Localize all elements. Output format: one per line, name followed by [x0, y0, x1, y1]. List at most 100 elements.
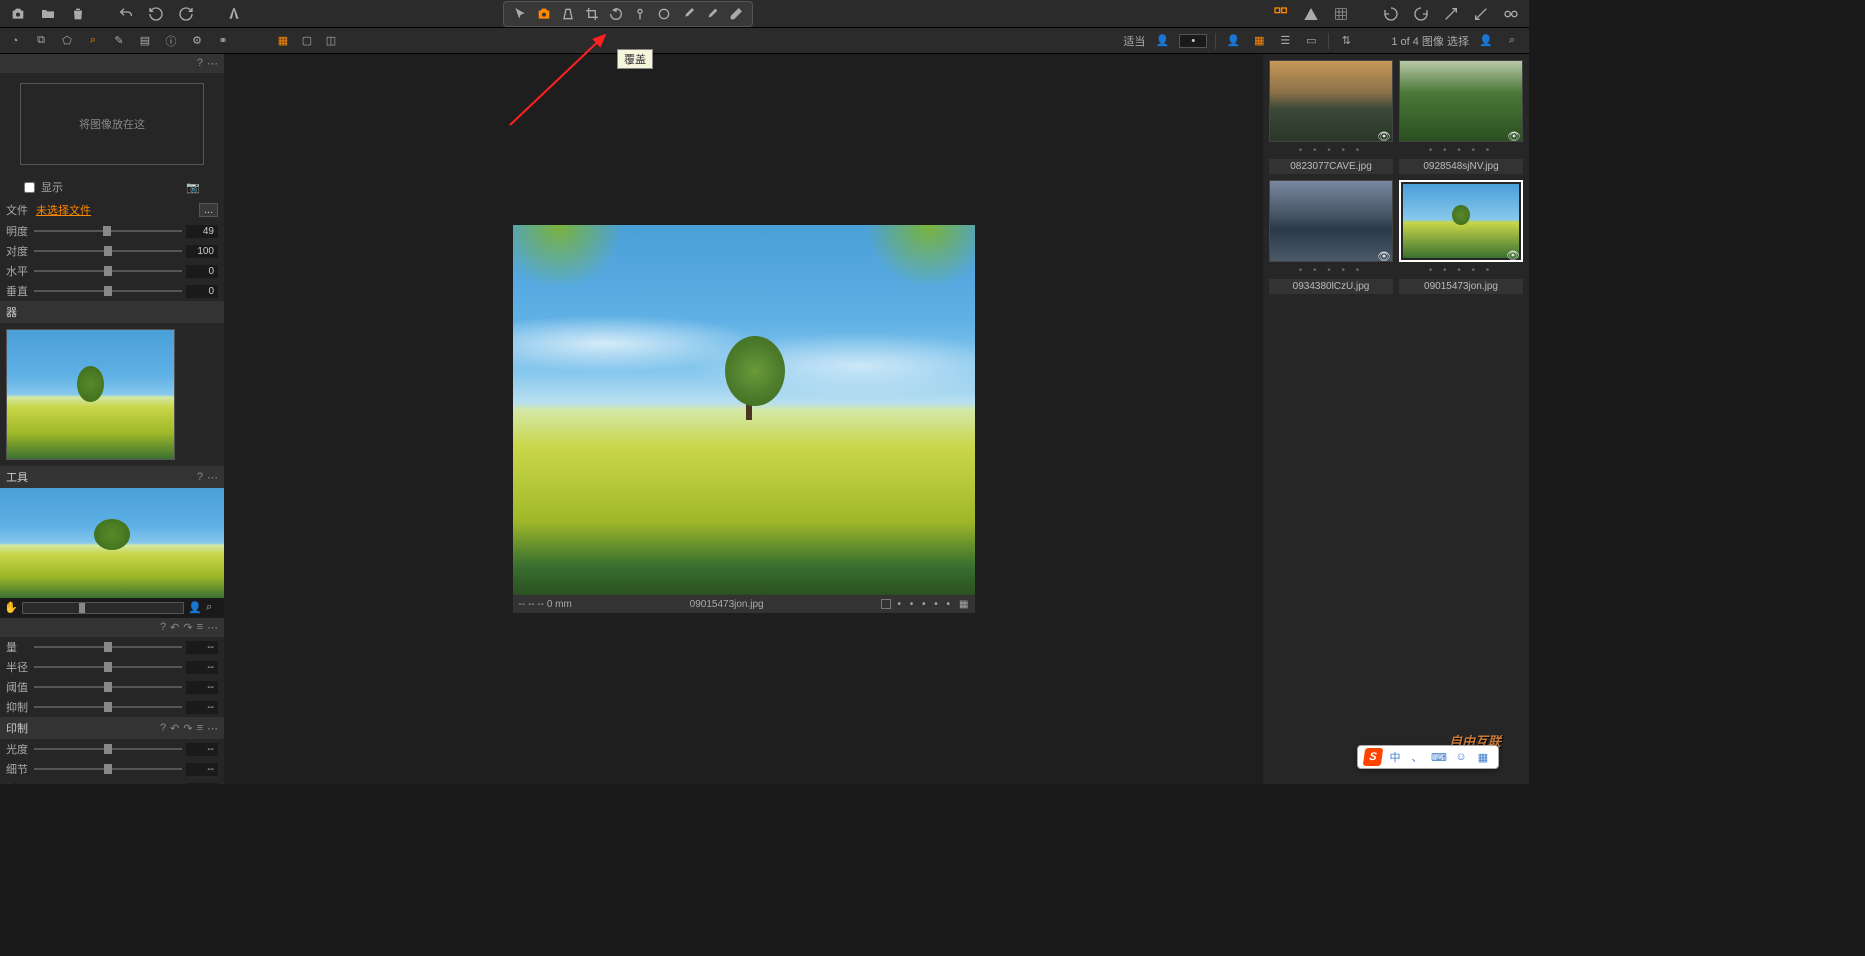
- slider-track[interactable]: [34, 686, 182, 688]
- brush-icon[interactable]: [678, 4, 698, 24]
- slider-track[interactable]: [34, 250, 182, 252]
- drop-zone[interactable]: 将图像放在这: [20, 83, 204, 165]
- expand-icon[interactable]: [1441, 4, 1461, 24]
- show-checkbox[interactable]: [24, 182, 35, 193]
- thumbnail-cell[interactable]: 👁• • • • •0928548sjNV.jpg: [1399, 60, 1523, 174]
- trash-icon[interactable]: [68, 4, 88, 24]
- fit-label[interactable]: 适当: [1123, 33, 1145, 49]
- list-icon[interactable]: ☰: [1276, 32, 1294, 50]
- ime-settings-icon[interactable]: ▦: [1474, 748, 1492, 766]
- undo-step-icon[interactable]: [116, 4, 136, 24]
- undo-adj-icon[interactable]: ↶: [170, 722, 179, 735]
- ime-keyboard-icon[interactable]: ⌨: [1430, 748, 1448, 766]
- slider-track[interactable]: [34, 768, 182, 770]
- more-icon[interactable]: ⋯: [207, 722, 218, 735]
- slider-value[interactable]: 0: [186, 285, 218, 298]
- slider-value[interactable]: --: [186, 763, 218, 776]
- single-view-icon[interactable]: ▢: [298, 32, 316, 50]
- slider-value[interactable]: --: [186, 661, 218, 674]
- rotate-cw-icon[interactable]: [1411, 4, 1431, 24]
- text-style-icon[interactable]: [224, 4, 244, 24]
- search-icon[interactable]: ⌕: [1503, 32, 1521, 50]
- thumbnail-cell[interactable]: 👁• • • • •0934380lCzU.jpg: [1269, 180, 1393, 294]
- more-icon[interactable]: ⋯: [207, 57, 218, 70]
- redo-adj-icon[interactable]: ↷: [183, 722, 192, 735]
- undo-icon[interactable]: [146, 4, 166, 24]
- overlay-icon[interactable]: [534, 4, 554, 24]
- folder-icon[interactable]: [38, 4, 58, 24]
- menu-icon[interactable]: ≡: [197, 621, 203, 634]
- slider-track[interactable]: [34, 748, 182, 750]
- help-icon[interactable]: ?: [197, 57, 203, 70]
- more-icon[interactable]: ⋯: [207, 471, 218, 484]
- thumbnail-cell[interactable]: 👁• • • • •0823077CAVE.jpg: [1269, 60, 1393, 174]
- page-icon[interactable]: ▤: [136, 32, 154, 50]
- main-image[interactable]: [513, 225, 975, 595]
- split-view-icon[interactable]: ◫: [322, 32, 340, 50]
- slider-track[interactable]: [34, 666, 182, 668]
- sort-icon[interactable]: ⇅: [1337, 32, 1355, 50]
- gallery-view-icon[interactable]: ▦: [274, 32, 292, 50]
- help-icon[interactable]: ?: [160, 621, 166, 634]
- slider-value[interactable]: --: [186, 783, 218, 785]
- ime-logo[interactable]: S: [1363, 748, 1384, 766]
- undo-adj-icon[interactable]: ↶: [170, 621, 179, 634]
- filmstrip-icon[interactable]: ▭: [1302, 32, 1320, 50]
- thumbnail-image[interactable]: 👁: [1399, 180, 1523, 262]
- slider-track[interactable]: [34, 290, 182, 292]
- warning-icon[interactable]: [1301, 4, 1321, 24]
- help-icon[interactable]: ?: [160, 722, 166, 735]
- spot-icon[interactable]: [630, 4, 650, 24]
- loupe-nav-icon[interactable]: ⌕: [206, 601, 220, 615]
- redo-icon[interactable]: [176, 4, 196, 24]
- grid-toggle-icon[interactable]: ▦: [959, 599, 968, 610]
- person-icon[interactable]: 👤: [1153, 32, 1171, 50]
- glasses-icon[interactable]: [1501, 4, 1521, 24]
- loupe-icon[interactable]: ⌕: [84, 32, 102, 50]
- ime-toolbar[interactable]: S 中 、 ⌨ ☺ ▦: [1357, 745, 1499, 769]
- person2-icon[interactable]: 👤: [1477, 32, 1495, 50]
- circle-icon[interactable]: [654, 4, 674, 24]
- tag-box[interactable]: [881, 599, 891, 609]
- navigator-preview[interactable]: [6, 329, 175, 460]
- slider-value[interactable]: --: [186, 641, 218, 654]
- drop-icon[interactable]: ◔: [6, 32, 24, 50]
- tool-preview[interactable]: [0, 488, 224, 598]
- hand-icon[interactable]: ✋: [4, 601, 18, 615]
- camera-small-icon[interactable]: 📷: [186, 181, 200, 194]
- ime-punct-icon[interactable]: 、: [1408, 748, 1426, 766]
- camera-icon[interactable]: [8, 4, 28, 24]
- help-icon[interactable]: ?: [197, 471, 203, 484]
- slider-track[interactable]: [34, 646, 182, 648]
- slider-value[interactable]: --: [186, 743, 218, 756]
- rotate-icon[interactable]: [606, 4, 626, 24]
- rating-dots[interactable]: • • • • •: [897, 599, 953, 610]
- thumbnail-image[interactable]: 👁: [1269, 180, 1393, 262]
- thumbnail-image[interactable]: 👁: [1399, 60, 1523, 142]
- healing-icon[interactable]: [702, 4, 722, 24]
- pentagon-icon[interactable]: ⬠: [58, 32, 76, 50]
- rating-select[interactable]: •: [1179, 34, 1207, 48]
- rotate-ccw-icon[interactable]: [1381, 4, 1401, 24]
- slider-value[interactable]: 0: [186, 265, 218, 278]
- grid-icon[interactable]: [1331, 4, 1351, 24]
- pointer-icon[interactable]: [510, 4, 530, 24]
- zoom-track[interactable]: [22, 602, 184, 614]
- ime-mode[interactable]: 中: [1386, 748, 1404, 766]
- thumbnail-rating[interactable]: • • • • •: [1399, 142, 1523, 159]
- layout-icon[interactable]: [1271, 4, 1291, 24]
- eraser-icon[interactable]: [726, 4, 746, 24]
- slider-track[interactable]: [34, 270, 182, 272]
- menu-icon[interactable]: ≡: [197, 722, 203, 735]
- slider-track[interactable]: [34, 230, 182, 232]
- browse-button[interactable]: ...: [199, 203, 218, 217]
- pencil-icon[interactable]: ✎: [110, 32, 128, 50]
- info-icon[interactable]: ⓘ: [162, 32, 180, 50]
- venn-icon[interactable]: ⧉: [32, 32, 50, 50]
- slider-value[interactable]: --: [186, 681, 218, 694]
- slider-value[interactable]: 49: [186, 225, 218, 238]
- thumbnail-cell[interactable]: 👁• • • • •09015473jon.jpg: [1399, 180, 1523, 294]
- slider-value[interactable]: 100: [186, 245, 218, 258]
- thumbnail-rating[interactable]: • • • • •: [1399, 262, 1523, 279]
- ime-emoji-icon[interactable]: ☺: [1452, 748, 1470, 766]
